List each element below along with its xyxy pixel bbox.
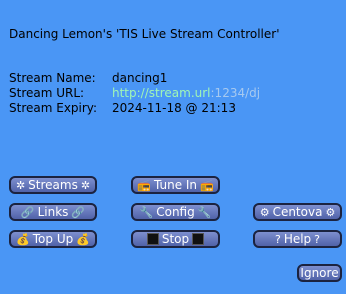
radio-icon: 📻 [137,178,151,192]
centova-button-label: Centova [272,205,323,219]
gear-icon: ✲ [80,178,91,192]
money-bag-icon: 💰 [16,232,30,246]
question-icon: ? [274,232,281,246]
link-icon: 🔗 [20,205,35,219]
stop-button-label: Stop [161,232,190,246]
dialog-title: Dancing Lemon's 'TIS Live Stream Control… [9,27,280,41]
stream-controller-dialog: Dancing Lemon's 'TIS Live Stream Control… [0,0,346,294]
centova-button[interactable]: ⚙ Centova ⚙ [253,203,342,221]
links-button[interactable]: 🔗 Links 🔗 [9,203,97,221]
config-button[interactable]: 🔧 Config 🔧 [131,203,220,221]
top-up-button[interactable]: 💰 Top Up 💰 [9,230,97,248]
stream-url-label: Stream URL: [9,86,85,100]
settings-icon: ⚙ [325,205,336,219]
settings-icon: ⚙ [259,205,270,219]
stream-url-link[interactable]: http://stream.url [112,86,211,100]
stream-expiry-label: Stream Expiry: [9,101,98,115]
link-icon: 🔗 [71,205,86,219]
help-button-label: Help [283,232,312,246]
stream-expiry-value: 2024-11-18 @ 21:13 [112,101,236,115]
wrench-icon: 🔧 [197,205,212,219]
help-button[interactable]: ? Help ? [253,230,342,248]
stream-url-row: Stream URL: http://stream.url:1234/dj [9,86,260,101]
streams-button-label: Streams [28,178,78,192]
question-icon: ? [314,232,321,246]
ignore-button[interactable]: Ignore [297,264,342,282]
stream-url-port-path: :1234/dj [210,86,261,100]
gear-icon: ✲ [15,178,26,192]
stop-square-icon [146,233,159,245]
links-button-label: Links [37,205,69,219]
tune-in-button[interactable]: 📻 Tune In 📻 [131,176,220,194]
streams-button[interactable]: ✲ Streams ✲ [9,176,97,194]
top-up-button-label: Top Up [32,232,74,246]
ignore-button-label: Ignore [300,266,339,280]
stop-button[interactable]: Stop [131,230,220,248]
stream-name-value: dancing1 [112,71,168,85]
stream-expiry-row: Stream Expiry: 2024-11-18 @ 21:13 [9,101,236,116]
stop-square-icon [192,233,205,245]
money-bag-icon: 💰 [76,232,90,246]
stream-name-label: Stream Name: [9,71,96,85]
tune-in-button-label: Tune In [153,178,198,192]
radio-icon: 📻 [200,178,214,192]
config-button-label: Config [156,205,195,219]
wrench-icon: 🔧 [139,205,154,219]
stream-name-row: Stream Name: dancing1 [9,71,167,86]
